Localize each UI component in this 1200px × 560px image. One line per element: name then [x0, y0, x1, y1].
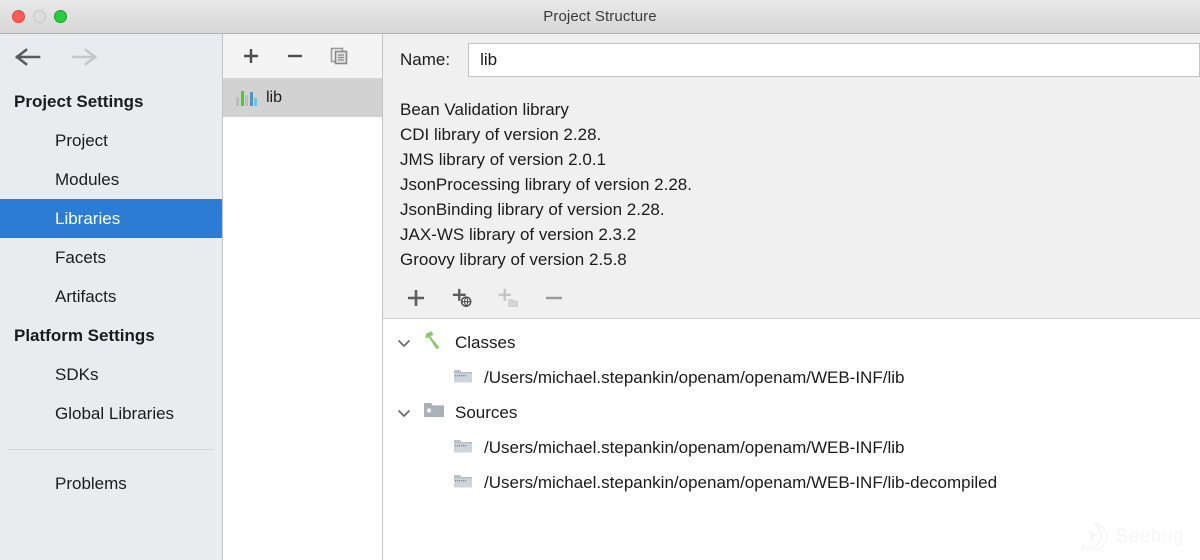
list-item: JMS library of version 2.0.1	[400, 150, 606, 169]
hammer-icon	[423, 329, 445, 356]
plus-icon	[244, 49, 258, 63]
plus-icon	[408, 290, 424, 306]
sidebar-divider	[8, 449, 214, 450]
back-button[interactable]	[14, 45, 42, 69]
archive-folder-icon	[453, 472, 473, 494]
tree-node-label: Classes	[455, 332, 516, 352]
sidebar-item-label: Libraries	[55, 208, 121, 228]
list-item: JsonProcessing library of version 2.28.	[400, 175, 692, 194]
close-button[interactable]	[12, 10, 25, 23]
sidebar-item-project-settings[interactable]: Project Settings	[0, 82, 222, 121]
remove-library-button[interactable]	[284, 45, 306, 67]
tree-node-sources-path-2[interactable]: /Users/michael.stepankin/openam/openam/W…	[383, 465, 1200, 500]
list-item: JsonBinding library of version 2.28.	[400, 200, 665, 219]
library-name-row: Name:	[383, 34, 1200, 86]
tree-node-classes-path[interactable]: /Users/michael.stepankin/openam/openam/W…	[383, 360, 1200, 395]
minimize-button[interactable]	[33, 10, 46, 23]
library-name-label: Name:	[400, 50, 451, 69]
traffic-light-controls	[12, 10, 67, 23]
sidebar-item-label: SDKs	[55, 364, 99, 384]
library-bars-icon	[236, 90, 257, 106]
minus-icon	[288, 54, 302, 58]
project-structure-window: Project Structure Project Settings Proje…	[0, 0, 1200, 560]
add-library-button[interactable]	[240, 45, 262, 67]
copy-library-button[interactable]	[328, 45, 350, 67]
library-list-toolbar	[223, 34, 382, 79]
sidebar-item-libraries[interactable]: Libraries	[0, 199, 222, 238]
list-item: CDI library of version 2.28.	[400, 125, 602, 144]
sidebar-item-label: Modules	[55, 169, 120, 189]
archive-folder-icon	[453, 437, 473, 459]
sidebar-item-label: Artifacts	[55, 286, 117, 306]
remove-path-button[interactable]	[543, 287, 565, 309]
zoom-button[interactable]	[54, 10, 67, 23]
sidebar-item-sdks[interactable]: SDKs	[0, 355, 222, 394]
tree-node-label: /Users/michael.stepankin/openam/openam/W…	[484, 367, 905, 387]
tree-node-label: /Users/michael.stepankin/openam/openam/W…	[484, 472, 998, 492]
window-title: Project Structure	[543, 8, 657, 25]
copy-icon	[330, 47, 348, 65]
sidebar-item-label: Problems	[55, 473, 127, 493]
sidebar-item-facets[interactable]: Facets	[0, 238, 222, 277]
library-list-item-lib[interactable]: lib	[223, 79, 382, 117]
sidebar-item-label: Facets	[55, 247, 107, 267]
library-list-panel: lib	[223, 34, 383, 560]
plus-globe-icon	[452, 288, 472, 307]
folder-icon	[423, 401, 445, 424]
minus-icon	[546, 296, 562, 300]
sidebar-item-project[interactable]: Project	[0, 121, 222, 160]
library-paths-tree: Classes /Users/michael.stepankin/openam/…	[383, 319, 1200, 560]
sidebar-item-label: Project Settings	[14, 91, 144, 111]
sidebar-item-label: Global Libraries	[55, 403, 175, 423]
tree-node-label: Sources	[455, 402, 518, 422]
library-details-panel: Name: Bean Validation library CDI librar…	[383, 34, 1200, 560]
tree-node-sources-path-1[interactable]: /Users/michael.stepankin/openam/openam/W…	[383, 430, 1200, 465]
settings-sidebar: Project Settings Project Modules Librari…	[0, 34, 223, 560]
sidebar-item-modules[interactable]: Modules	[0, 160, 222, 199]
plus-folder-icon	[498, 288, 518, 307]
add-from-maven-button[interactable]	[451, 287, 473, 309]
sidebar-item-problems[interactable]: Problems	[0, 464, 222, 503]
arrow-right-icon	[71, 47, 97, 66]
add-path-button[interactable]	[405, 287, 427, 309]
chevron-down-icon[interactable]	[395, 338, 413, 348]
add-from-directory-button	[497, 287, 519, 309]
library-paths-toolbar	[383, 278, 1200, 319]
list-item: Groovy library of version 2.5.8	[400, 250, 627, 269]
contained-libraries-list: Bean Validation library CDI library of v…	[383, 86, 1200, 278]
sidebar-item-label: Platform Settings	[14, 325, 155, 345]
tree-node-label: /Users/michael.stepankin/openam/openam/W…	[484, 437, 905, 457]
library-name-input[interactable]	[468, 43, 1200, 77]
sidebar-item-label: Project	[55, 130, 108, 150]
sidebar-item-global-libraries[interactable]: Global Libraries	[0, 394, 222, 433]
sidebar-item-list: Project Settings Project Modules Librari…	[0, 79, 222, 503]
sidebar-item-platform-settings[interactable]: Platform Settings	[0, 316, 222, 355]
archive-folder-icon	[453, 367, 473, 389]
sidebar-item-artifacts[interactable]: Artifacts	[0, 277, 222, 316]
list-item: Bean Validation library	[400, 100, 569, 119]
window-titlebar: Project Structure	[0, 0, 1200, 34]
tree-node-classes[interactable]: Classes	[383, 325, 1200, 360]
sidebar-navigation	[0, 34, 222, 79]
chevron-down-icon[interactable]	[395, 408, 413, 418]
library-list-item-label: lib	[266, 89, 283, 106]
arrow-left-icon	[15, 47, 41, 66]
list-item: JAX-WS library of version 2.3.2	[400, 225, 637, 244]
tree-node-sources[interactable]: Sources	[383, 395, 1200, 430]
window-body: Project Settings Project Modules Librari…	[0, 34, 1200, 560]
forward-button[interactable]	[70, 45, 98, 69]
